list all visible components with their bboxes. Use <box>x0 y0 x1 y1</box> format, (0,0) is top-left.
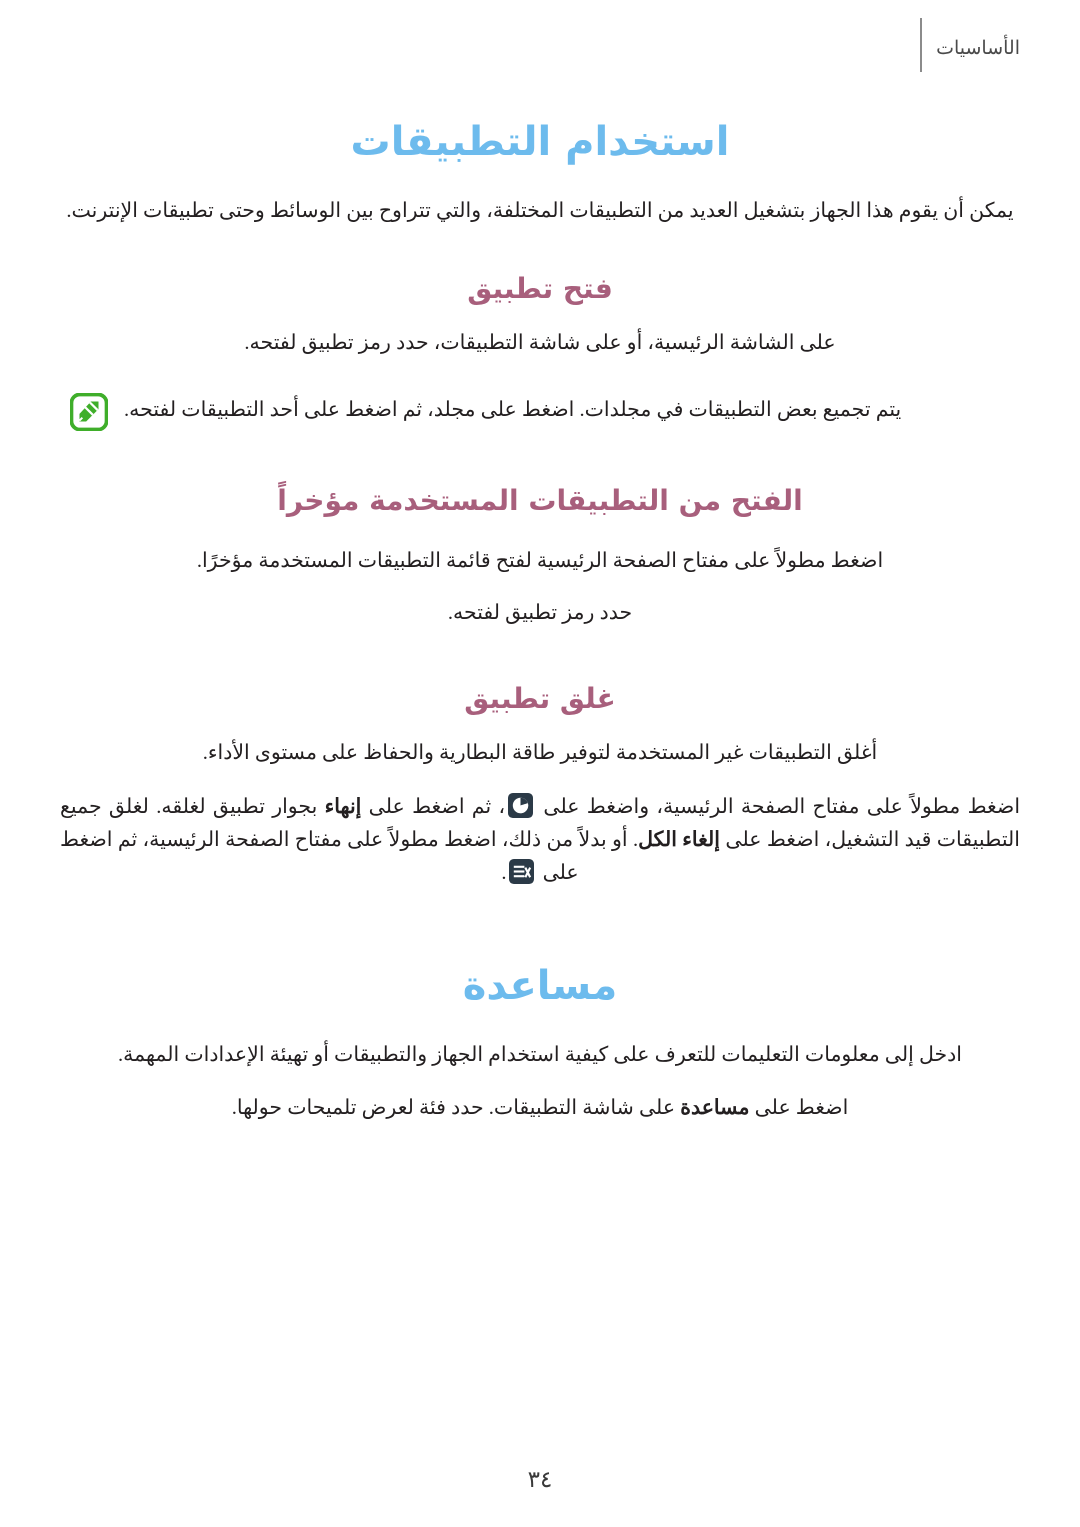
close-all-apps-icon <box>509 859 535 885</box>
close-app-instruction-part-5: . <box>501 862 507 885</box>
note-text: يتم تجميع بعض التطبيقات في مجلدات. اضغط … <box>124 398 902 421</box>
help-line-1: ادخل إلى معلومات التعليمات للتعرف على كي… <box>118 1044 962 1067</box>
manual-page: الأساسيات استخدام التطبيقات يمكن أن يقوم… <box>0 0 1080 1527</box>
section-heading-recent-apps: الفتح من التطبيقات المستخدمة مؤخراً <box>277 483 803 517</box>
section-heading-help: مساعدة <box>462 963 618 1010</box>
close-app-instruction-part-1: اضغط مطولاً على مفتاح الصفحة الرئيسية، و… <box>543 795 1021 818</box>
intro-paragraph: يمكن أن يقوم هذا الجهاز بتشغيل العديد من… <box>66 200 1014 222</box>
recent-apps-line-2: حدد رمز تطبيق لفتحه. <box>447 602 633 625</box>
page-number: ٣٤ <box>527 1467 553 1492</box>
help-line-2-post: على شاشة التطبيقات. حدد فئة لعرض تلميحات… <box>231 1097 676 1120</box>
page-footer: ٣٤ <box>0 1467 1080 1493</box>
close-app-instruction-part-4: . أو بدلاً من ذلك، اضغط مطولاً على مفتاح… <box>60 828 639 885</box>
page-title: استخدام التطبيقات <box>350 119 730 165</box>
help-line-2: اضغط على مساعدة على شاشة التطبيقات. حدد … <box>60 1093 1020 1124</box>
note-callout: يتم تجميع بعض التطبيقات في مجلدات. اضغط … <box>60 392 1020 431</box>
section-heading-open-app: فتح تطبيق <box>467 271 613 305</box>
help-line-2-bold: مساعدة <box>680 1097 750 1120</box>
header-divider-rule <box>920 18 923 72</box>
close-app-instruction-part-2: ، ثم اضغط على <box>368 795 506 818</box>
open-app-paragraph: على الشاشة الرئيسية، أو على شاشة التطبيق… <box>244 331 836 354</box>
recent-apps-line-1: اضغط مطولاً على مفتاح الصفحة الرئيسية لف… <box>196 549 884 572</box>
close-app-instruction: اضغط مطولاً على مفتاح الصفحة الرئيسية، و… <box>60 791 1020 891</box>
task-manager-icon <box>508 792 534 818</box>
header-section-title: الأساسيات <box>936 37 1020 59</box>
close-app-bold-end-all: إلغاء الكل <box>638 828 720 851</box>
running-header: الأساسيات <box>920 18 1020 72</box>
help-line-2-pre: اضغط على <box>754 1097 849 1120</box>
note-pen-icon <box>69 392 109 431</box>
close-app-bold-end: إنهاء <box>324 795 362 818</box>
close-app-paragraph: أغلق التطبيقات غير المستخدمة لتوفير طاقة… <box>202 742 878 764</box>
section-heading-close-app: غلق تطبيق <box>464 682 616 715</box>
